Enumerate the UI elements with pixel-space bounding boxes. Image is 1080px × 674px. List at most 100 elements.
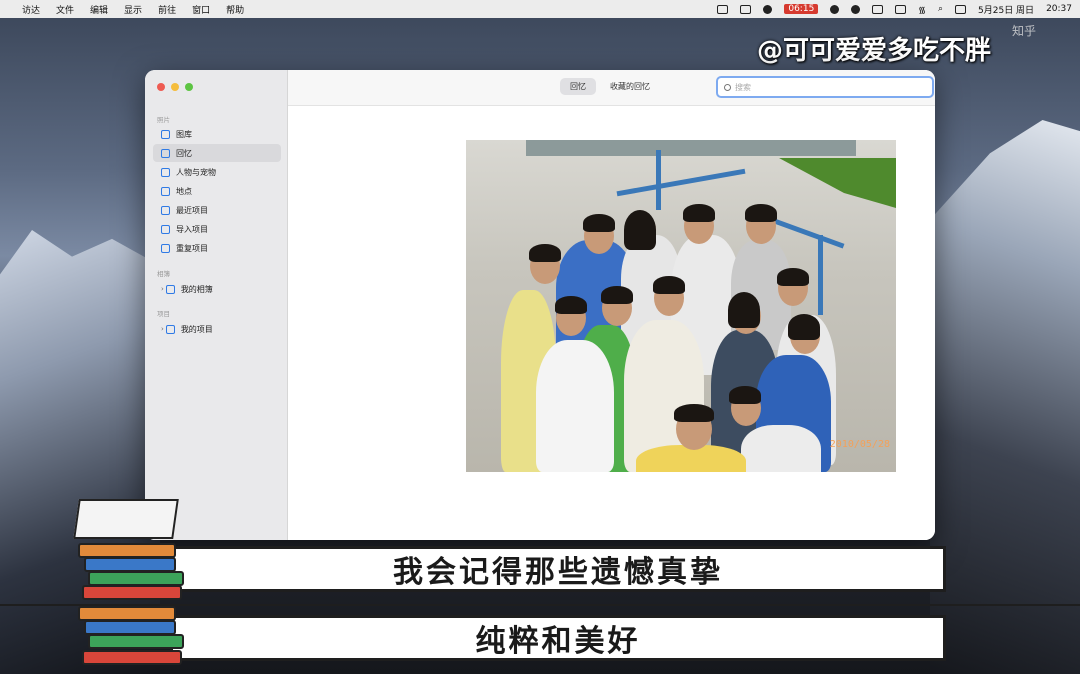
menu-file[interactable]: 文件 bbox=[56, 3, 74, 16]
book-stack-icon bbox=[72, 602, 192, 674]
sidebar-item-label: 我的相簿 bbox=[180, 284, 213, 294]
minimize-window-icon[interactable] bbox=[171, 83, 179, 91]
book-spine-icon bbox=[84, 620, 176, 635]
memory-photo[interactable]: 2010/05/28 bbox=[466, 140, 896, 472]
menu-finder[interactable]: 访达 bbox=[22, 3, 40, 16]
sidebar-item-my-projects[interactable]: › 我的项目 bbox=[153, 320, 281, 338]
wechat-icon[interactable] bbox=[830, 4, 840, 14]
status-circle-icon[interactable] bbox=[851, 4, 861, 14]
book-spine-icon bbox=[88, 634, 184, 649]
tab-favorite-memories[interactable]: 收藏的回忆 bbox=[600, 78, 660, 95]
person-figure bbox=[741, 425, 821, 472]
sidebar-item-places[interactable]: 地点 bbox=[153, 182, 281, 200]
disclosure-arrow-icon[interactable]: › bbox=[161, 325, 164, 333]
sidebar-item-library[interactable]: 图库 bbox=[153, 125, 281, 143]
search-icon bbox=[724, 83, 731, 91]
person-hair bbox=[729, 386, 761, 404]
person-hair bbox=[653, 276, 685, 294]
battery-icon[interactable] bbox=[872, 4, 884, 14]
mountain-right bbox=[930, 120, 1080, 674]
person-hair bbox=[529, 244, 561, 262]
sidebar-item-recents[interactable]: 最近项目 bbox=[153, 201, 281, 219]
toolbar: 回忆 收藏的回忆 搜索 bbox=[288, 70, 935, 106]
sidebar-item-label: 导入项目 bbox=[176, 224, 208, 234]
person-hair bbox=[728, 292, 760, 328]
sidebar-item-my-albums[interactable]: › 我的相簿 bbox=[153, 280, 281, 298]
sidebar-item-label: 重复项目 bbox=[176, 243, 208, 253]
menu-view[interactable]: 显示 bbox=[124, 3, 142, 16]
open-book-icon bbox=[73, 499, 179, 539]
sidebar-item-label: 地点 bbox=[176, 186, 192, 196]
menu-help[interactable]: 帮助 bbox=[226, 3, 244, 16]
book-spine-icon bbox=[78, 606, 176, 621]
sidebar-item-memories[interactable]: 回忆 bbox=[153, 144, 281, 162]
photo-background-wall bbox=[526, 140, 856, 156]
photos-window: 照片 图库 回忆 人物与宠物 地点 最近项目 导入项目 重复项目 相簿 › 我的… bbox=[145, 70, 935, 540]
sidebar-item-duplicates[interactable]: 重复项目 bbox=[153, 239, 281, 257]
status-cluster-icon[interactable] bbox=[763, 4, 773, 14]
status-tile-icon[interactable] bbox=[740, 4, 752, 14]
subtitle-line-2: 纯粹和美好 bbox=[170, 615, 946, 661]
menu-edit[interactable]: 编辑 bbox=[90, 3, 108, 16]
zoom-window-icon[interactable] bbox=[185, 83, 193, 91]
author-watermark: @可可爱爱多吃不胖 bbox=[757, 36, 992, 66]
main-content: 回忆 收藏的回忆 搜索 2010/05/28 bbox=[288, 70, 935, 540]
menu-go[interactable]: 前往 bbox=[158, 3, 176, 16]
menubar-clock[interactable]: 20:37 bbox=[1046, 4, 1072, 14]
person-hair bbox=[788, 314, 820, 340]
imports-icon bbox=[161, 224, 170, 234]
sidebar-item-imports[interactable]: 导入项目 bbox=[153, 220, 281, 238]
menubar-date[interactable]: 5月25日 周日 bbox=[978, 3, 1034, 16]
display-icon[interactable] bbox=[895, 4, 907, 14]
person-hair bbox=[674, 404, 714, 422]
person-hair bbox=[683, 204, 715, 222]
person-hair bbox=[583, 214, 615, 232]
sidebar-item-label: 我的项目 bbox=[180, 324, 213, 334]
person-hair bbox=[745, 204, 777, 222]
duplicates-icon bbox=[161, 243, 170, 253]
sidebar-item-label: 最近项目 bbox=[176, 205, 208, 215]
people-icon bbox=[161, 167, 170, 177]
album-folder-icon bbox=[165, 284, 175, 294]
person-hair bbox=[601, 286, 633, 304]
photo-date-stamp: 2010/05/28 bbox=[829, 439, 890, 450]
spotlight-search-icon[interactable]: ⌕ bbox=[938, 4, 943, 14]
tab-memories[interactable]: 回忆 bbox=[560, 78, 596, 95]
photo-bar bbox=[818, 235, 823, 315]
photo-grass bbox=[779, 158, 896, 208]
control-center-icon[interactable] bbox=[955, 4, 967, 14]
person-hair bbox=[555, 296, 587, 314]
search-field[interactable]: 搜索 bbox=[716, 76, 934, 98]
library-icon bbox=[161, 129, 170, 139]
recents-icon bbox=[161, 205, 170, 215]
recording-timer[interactable]: 06:15 bbox=[784, 4, 819, 14]
sidebar-section-projects: 项目 bbox=[157, 310, 170, 318]
book-spine-icon bbox=[82, 650, 182, 665]
photo-bar bbox=[616, 168, 746, 197]
photo-bar bbox=[767, 216, 845, 249]
book-spine-icon bbox=[88, 571, 184, 586]
person-hair bbox=[624, 210, 656, 250]
memories-icon bbox=[161, 148, 170, 158]
places-icon bbox=[161, 186, 170, 196]
menu-window[interactable]: 窗口 bbox=[192, 3, 210, 16]
wifi-icon[interactable]: ᯾ bbox=[918, 3, 926, 16]
window-controls bbox=[157, 83, 193, 91]
sidebar: 照片 图库 回忆 人物与宠物 地点 最近项目 导入项目 重复项目 相簿 › 我的… bbox=[145, 70, 288, 540]
subtitle-line-1: 我会记得那些遗憾真挚 bbox=[170, 546, 946, 592]
disclosure-arrow-icon[interactable]: › bbox=[161, 285, 164, 293]
memories-tabs: 回忆 收藏的回忆 bbox=[560, 78, 660, 95]
menubar: 访达 文件 编辑 显示 前往 窗口 帮助 06:15 ᯾ ⌕ 5月25日 周日 … bbox=[0, 0, 1080, 18]
sidebar-item-label: 回忆 bbox=[176, 148, 192, 158]
status-app-icon[interactable] bbox=[717, 4, 729, 14]
photo-bar bbox=[656, 150, 661, 210]
sidebar-item-people[interactable]: 人物与宠物 bbox=[153, 163, 281, 181]
sidebar-item-label: 图库 bbox=[176, 129, 192, 139]
book-stack-icon bbox=[72, 495, 192, 605]
book-spine-icon bbox=[82, 585, 182, 600]
zhihu-corner-mark: 知乎 bbox=[1011, 24, 1036, 38]
close-window-icon[interactable] bbox=[157, 83, 165, 91]
book-spine-icon bbox=[84, 557, 176, 572]
sidebar-section-photos: 照片 bbox=[157, 116, 170, 124]
project-folder-icon bbox=[165, 324, 175, 334]
